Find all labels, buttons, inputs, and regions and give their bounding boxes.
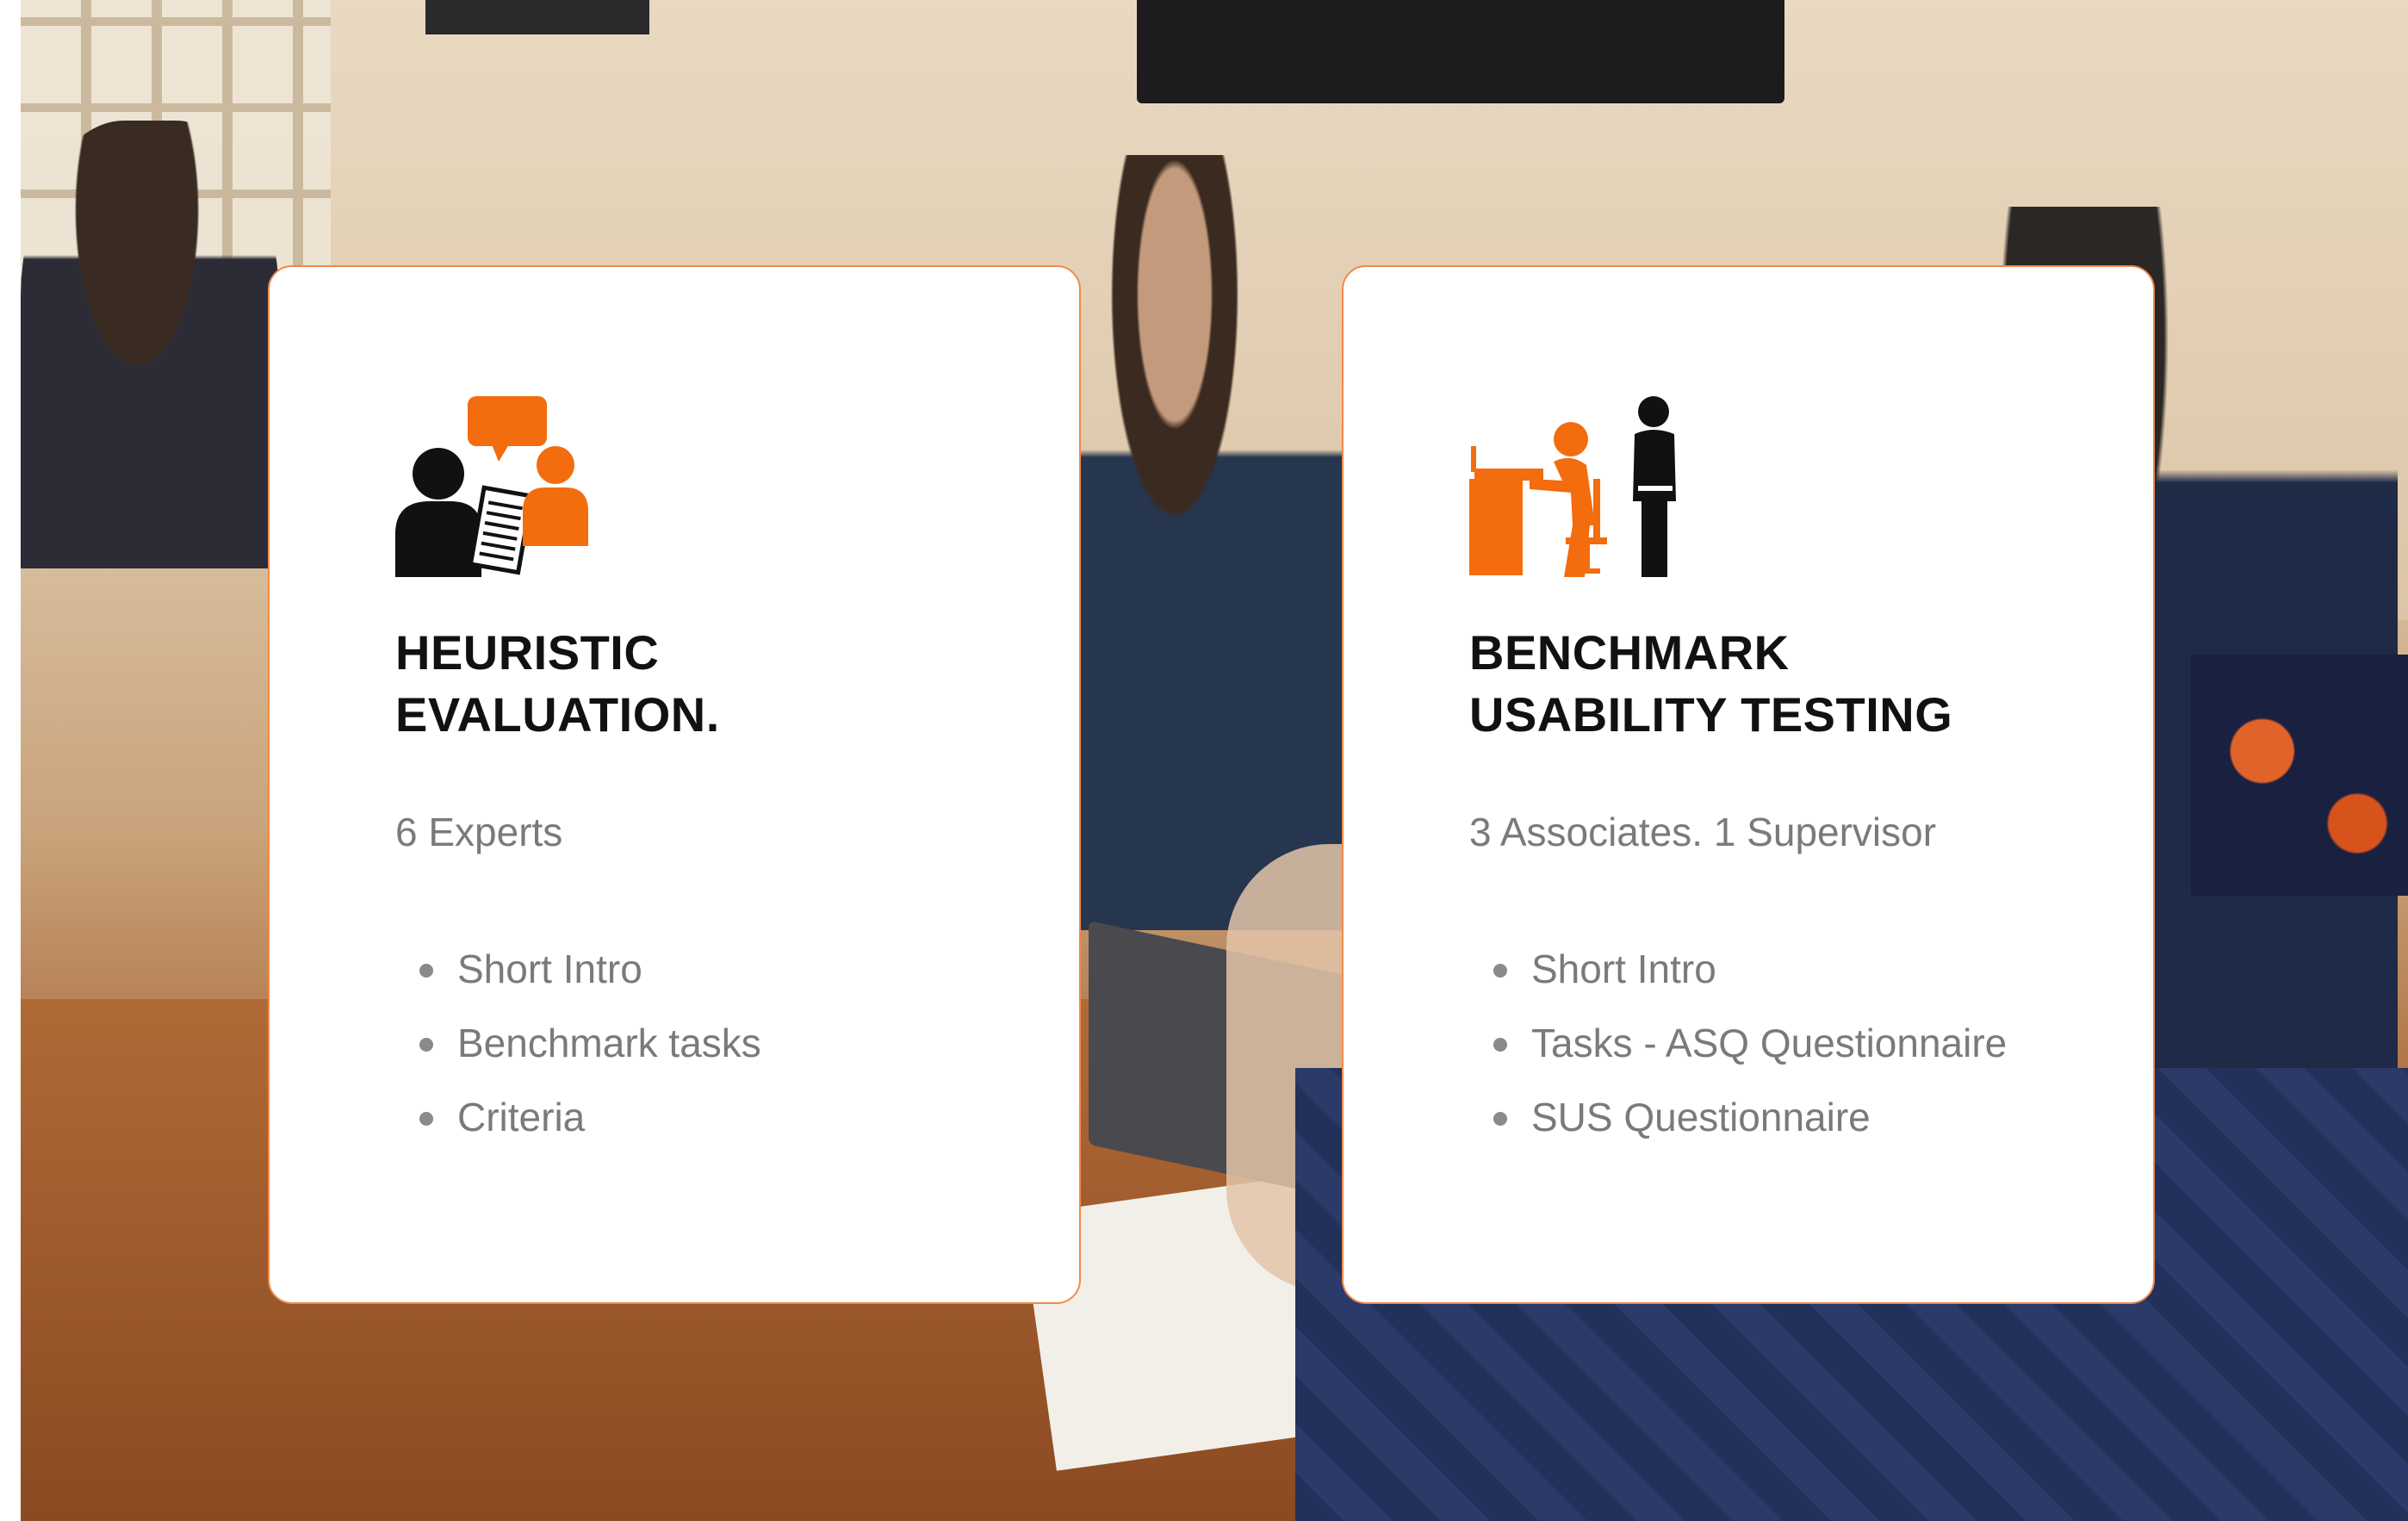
list-item: Short Intro <box>1469 932 2007 1006</box>
list-item: Short Intro <box>395 932 761 1006</box>
method-card-benchmark: BENCHMARK USABILITY TESTING 3 Associates… <box>1342 265 2155 1304</box>
photo-wall-monitor-small <box>425 0 649 34</box>
expert-review-icon <box>395 396 588 577</box>
bullet-icon <box>419 964 433 978</box>
list-item: SUS Questionnaire <box>1469 1080 2007 1154</box>
card-subtitle: 6 Experts <box>395 810 563 854</box>
card-title: BENCHMARK USABILITY TESTING <box>1469 625 1953 742</box>
list-item: Tasks - ASQ Questionnaire <box>1469 1006 2007 1080</box>
slide: HEURISTIC EVALUATION. 6 Experts Short In… <box>0 0 2408 1521</box>
usability-test-icon <box>1469 396 1676 577</box>
bullet-icon <box>1493 964 1507 978</box>
bullet-icon <box>419 1038 433 1052</box>
card-subtitle: 3 Associates. 1 Supervisor <box>1469 810 1937 854</box>
bullet-icon <box>1493 1038 1507 1052</box>
method-card-heuristic: HEURISTIC EVALUATION. 6 Experts Short In… <box>268 265 1081 1304</box>
bullet-icon <box>419 1112 433 1126</box>
bullet-icon <box>1493 1112 1507 1126</box>
photo-wall-monitor <box>1137 0 1784 103</box>
photo-patterned-shirt <box>2191 655 2408 896</box>
card-bullet-list: Short Intro Benchmark tasks Criteria <box>395 932 761 1154</box>
card-bullet-list: Short Intro Tasks - ASQ Questionnaire SU… <box>1469 932 2007 1154</box>
photo-person-left <box>21 121 279 568</box>
card-title: HEURISTIC EVALUATION. <box>395 625 720 742</box>
list-item: Benchmark tasks <box>395 1006 761 1080</box>
list-item: Criteria <box>395 1080 761 1154</box>
